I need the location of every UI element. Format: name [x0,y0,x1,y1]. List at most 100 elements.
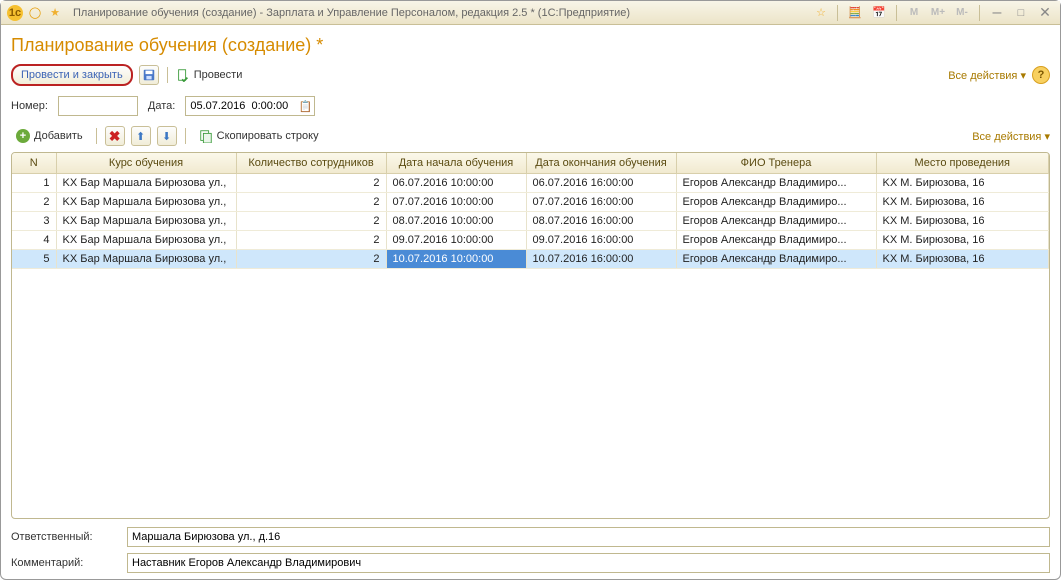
favorite-toggle-icon[interactable]: ☆ [813,5,829,21]
cell-trainer[interactable]: Егоров Александр Владимиро... [676,193,876,212]
cell-qty[interactable]: 2 [236,231,386,250]
page-title: Планирование обучения (создание) * [11,35,1050,56]
cell-course[interactable]: KX Бар Маршала Бирюзова ул., [56,250,236,269]
col-n[interactable]: N [12,153,56,174]
col-end[interactable]: Дата окончания обучения [526,153,676,174]
table-row[interactable]: 3KX Бар Маршала Бирюзова ул.,208.07.2016… [12,212,1049,231]
col-qty[interactable]: Количество сотрудников [236,153,386,174]
table-row[interactable]: 5KX Бар Маршала Бирюзова ул.,210.07.2016… [12,250,1049,269]
cell-qty[interactable]: 2 [236,174,386,193]
calculator-icon[interactable]: 🧮 [846,5,864,21]
col-trainer[interactable]: ФИО Тренера [676,153,876,174]
window-title: Планирование обучения (создание) - Зарпл… [73,7,630,19]
chevron-down-icon: ▾ [1044,131,1050,143]
copy-row-button[interactable]: Скопировать строку [194,126,324,146]
submit-button[interactable]: Провести [176,68,243,82]
cell-end[interactable]: 09.07.2016 16:00:00 [526,231,676,250]
separator [185,128,186,144]
maximize-button[interactable]: □ [1012,5,1030,21]
separator [896,5,897,21]
copy-row-label: Скопировать строку [217,130,319,142]
table-row[interactable]: 1KX Бар Маршала Бирюзова ул.,206.07.2016… [12,174,1049,193]
cell-trainer[interactable]: Егоров Александр Владимиро... [676,250,876,269]
cell-course[interactable]: KX Бар Маршала Бирюзова ул., [56,193,236,212]
date-input[interactable] [185,96,315,116]
grid-toolbar: + Добавить ✖ ⬆ ⬇ Скопировать строку Все … [11,126,1050,146]
cell-trainer[interactable]: Егоров Александр Владимиро... [676,174,876,193]
plus-icon: + [16,129,30,143]
memory-mminus-button[interactable]: M- [953,5,971,21]
cell-qty[interactable]: 2 [236,212,386,231]
col-course[interactable]: Курс обучения [56,153,236,174]
cell-qty[interactable]: 2 [236,250,386,269]
cell-end[interactable]: 10.07.2016 16:00:00 [526,250,676,269]
close-button[interactable]: ✕ [1036,5,1054,21]
cell-start[interactable]: 09.07.2016 10:00:00 [386,231,526,250]
cell-course[interactable]: KX Бар Маршала Бирюзова ул., [56,231,236,250]
cell-place[interactable]: KX М. Бирюзова, 16 [876,174,1049,193]
calendar-icon[interactable]: 📅 [870,5,888,21]
cell-start[interactable]: 10.07.2016 10:00:00 [386,250,526,269]
move-up-button[interactable]: ⬆ [131,126,151,146]
number-input[interactable] [58,96,138,116]
separator [837,5,838,21]
memory-m-button[interactable]: M [905,5,923,21]
cell-n[interactable]: 3 [12,212,56,231]
grid-empty-area[interactable] [12,269,1049,518]
col-start[interactable]: Дата начала обучения [386,153,526,174]
cell-end[interactable]: 07.07.2016 16:00:00 [526,193,676,212]
add-row-button[interactable]: + Добавить [11,126,88,146]
date-label: Дата: [148,100,175,112]
cell-n[interactable]: 2 [12,193,56,212]
separator [167,67,168,83]
header-fields: Номер: Дата: 📋 [11,96,1050,116]
separator [979,5,980,21]
help-button[interactable]: ? [1032,66,1050,84]
cell-place[interactable]: KX М. Бирюзова, 16 [876,250,1049,269]
grid-all-actions-dropdown[interactable]: Все действия ▾ [972,130,1050,143]
separator [96,128,97,144]
cell-start[interactable]: 06.07.2016 10:00:00 [386,174,526,193]
main-toolbar: Провести и закрыть Провести Все действия… [11,64,1050,86]
cell-trainer[interactable]: Егоров Александр Владимиро... [676,231,876,250]
memory-mplus-button[interactable]: M+ [929,5,947,21]
add-label: Добавить [34,130,83,142]
delete-row-button[interactable]: ✖ [105,126,125,146]
cell-start[interactable]: 08.07.2016 10:00:00 [386,212,526,231]
table-row[interactable]: 2KX Бар Маршала Бирюзова ул.,207.07.2016… [12,193,1049,212]
col-place[interactable]: Место проведения [876,153,1049,174]
number-label: Номер: [11,100,48,112]
titlebar: 1с ◯ ★ Планирование обучения (создание) … [1,1,1060,25]
cell-n[interactable]: 1 [12,174,56,193]
comment-input[interactable] [127,553,1050,573]
cell-course[interactable]: KX Бар Маршала Бирюзова ул., [56,174,236,193]
cell-end[interactable]: 06.07.2016 16:00:00 [526,174,676,193]
app-logo-icon: 1с [7,5,23,21]
back-icon[interactable]: ◯ [27,5,43,21]
submit-label: Провести [194,69,243,81]
cell-place[interactable]: KX М. Бирюзова, 16 [876,231,1049,250]
submit-and-close-button[interactable]: Провести и закрыть [11,64,133,86]
calendar-picker-icon[interactable]: 📋 [297,98,313,114]
all-actions-dropdown[interactable]: Все действия ▾ [948,69,1026,82]
grid-header-row: N Курс обучения Количество сотрудников Д… [12,153,1049,174]
move-down-button[interactable]: ⬇ [157,126,177,146]
minimize-button[interactable]: – [988,5,1006,21]
cell-course[interactable]: KX Бар Маршала Бирюзова ул., [56,212,236,231]
responsible-input[interactable] [127,527,1050,547]
cell-place[interactable]: KX М. Бирюзова, 16 [876,193,1049,212]
cell-end[interactable]: 08.07.2016 16:00:00 [526,212,676,231]
bottom-fields: Ответственный: Комментарий: [11,527,1050,573]
cell-start[interactable]: 07.07.2016 10:00:00 [386,193,526,212]
cell-n[interactable]: 5 [12,250,56,269]
table-row[interactable]: 4KX Бар Маршала Бирюзова ул.,209.07.2016… [12,231,1049,250]
grid: N Курс обучения Количество сотрудников Д… [11,152,1050,519]
save-button[interactable] [139,65,159,85]
cell-qty[interactable]: 2 [236,193,386,212]
comment-label: Комментарий: [11,557,119,569]
favorite-icon[interactable]: ★ [47,5,63,21]
chevron-down-icon: ▾ [1020,70,1026,82]
cell-n[interactable]: 4 [12,231,56,250]
cell-place[interactable]: KX М. Бирюзова, 16 [876,212,1049,231]
cell-trainer[interactable]: Егоров Александр Владимиро... [676,212,876,231]
